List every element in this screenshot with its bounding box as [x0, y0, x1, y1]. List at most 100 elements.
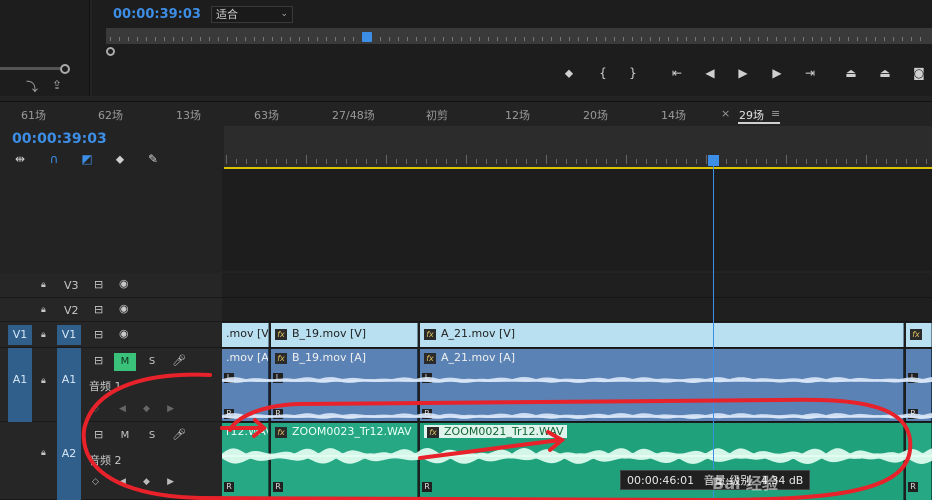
video-clip[interactable]: fx B_19.mov [V] [271, 323, 418, 347]
track-target-a2[interactable]: A2 [57, 422, 81, 500]
sync-lock-icon[interactable]: ⊟ [94, 354, 103, 367]
tab-12[interactable]: 12场 [505, 107, 530, 123]
video-clip[interactable]: fx A_21.mov [V] [420, 323, 904, 347]
mark-out-icon[interactable]: } [624, 66, 642, 80]
ruler-tick [722, 37, 723, 41]
lock-icon[interactable]: 🔒︎ [41, 305, 46, 315]
zoom-fit-select[interactable]: 适合 ⌄ [211, 6, 293, 23]
tab-62[interactable]: 62场 [98, 107, 123, 123]
lock-icon[interactable]: 🔒︎ [41, 330, 46, 340]
lane-v1[interactable]: .mov [V] fx B_19.mov [V] fx A_21.mov [V] f… [222, 322, 932, 348]
ruler-tick [524, 37, 525, 41]
sync-lock-icon[interactable]: ⊟ [94, 278, 103, 291]
ruler-tick [218, 37, 219, 41]
lock-icon[interactable]: 🔒︎ [41, 280, 46, 290]
step-back-icon[interactable]: ◀ [701, 66, 719, 80]
ruler-tick [578, 37, 579, 41]
add-marker-icon[interactable]: ⬥ [560, 66, 578, 81]
add-marker-icon[interactable]: ⬥ [112, 152, 128, 167]
ruler-tick [200, 37, 201, 41]
microphone-icon[interactable]: 🎤︎ [172, 354, 186, 367]
insert-icon[interactable]: ⤵ [26, 78, 38, 95]
source-patch-a1[interactable]: A1 [8, 348, 32, 422]
solo-button[interactable]: S [141, 353, 163, 371]
solo-button[interactable]: S [141, 427, 163, 445]
lock-icon[interactable]: 🔒︎ [41, 376, 46, 386]
ruler-tick [866, 37, 867, 41]
ruler-tick [893, 37, 894, 41]
program-time-ruler[interactable] [106, 28, 932, 44]
audio-waveform-a1 [222, 377, 932, 419]
close-tab-icon[interactable]: × [721, 107, 730, 120]
extract-icon[interactable]: ⏏ [876, 66, 894, 80]
track-header-a2: 🔒︎ A2 ⊟ M S 🎤︎ 音频 2 ◇ ◀ ◆ ▶ [0, 422, 222, 500]
clip-name: A_21.mov [V] [441, 327, 516, 340]
nest-icon[interactable]: ⇹ [12, 152, 28, 166]
video-clip[interactable]: fx [906, 323, 932, 347]
eye-icon[interactable]: ◉ [119, 302, 129, 315]
eye-icon[interactable]: ◉ [119, 277, 129, 290]
go-to-out-icon[interactable]: ⇥ [801, 66, 819, 80]
ruler-tick [614, 37, 615, 41]
lane-v3[interactable] [222, 273, 932, 298]
ruler-tick [839, 37, 840, 41]
source-scrub-handle[interactable] [60, 64, 70, 74]
timeline-timecode[interactable]: 00:00:39:03 [12, 131, 107, 147]
source-patch-v1[interactable]: V1 [8, 325, 32, 345]
zoom-fit-label: 适合 [216, 8, 238, 21]
lane-a2[interactable]: r12.WAV R fx ZOOM0023_Tr12.WAV R fx ZOOM00… [222, 422, 932, 500]
tab-27-48[interactable]: 27/48场 [332, 107, 375, 123]
go-to-in-icon[interactable]: ⇤ [668, 66, 686, 80]
track-name: V2 [64, 304, 79, 317]
tab-29[interactable]: 29场 [739, 107, 764, 123]
mute-button[interactable]: M [114, 427, 136, 445]
ruler-tick [785, 37, 786, 41]
ruler-tick [551, 37, 552, 41]
timeline-ruler[interactable] [224, 126, 932, 168]
mark-in-icon[interactable]: { [594, 66, 612, 80]
program-timecode[interactable]: 00:00:39:03 [113, 7, 201, 22]
tab-14[interactable]: 14场 [661, 107, 686, 123]
track-target-a1[interactable]: A1 [57, 348, 81, 422]
lift-icon[interactable]: ⏏ [842, 66, 860, 80]
program-playhead[interactable] [362, 32, 373, 42]
tab-20[interactable]: 20场 [583, 107, 608, 123]
track-target-v1[interactable]: V1 [57, 325, 81, 345]
settings-wrench-icon[interactable]: ✎ [145, 152, 161, 166]
export-frame-icon[interactable]: ⇪ [52, 78, 62, 92]
ruler-tick [376, 159, 377, 164]
tab-61[interactable]: 61场 [21, 107, 46, 123]
eye-icon[interactable]: ◉ [119, 327, 129, 340]
ruler-tick [398, 37, 399, 41]
microphone-icon[interactable]: 🎤︎ [172, 428, 186, 441]
ruler-tick [920, 37, 921, 41]
play-icon[interactable]: ▶ [734, 66, 752, 80]
tab-13[interactable]: 13场 [176, 107, 201, 123]
step-forward-icon[interactable]: ▶ [768, 66, 786, 80]
sync-lock-icon[interactable]: ⊟ [94, 428, 103, 441]
mute-button[interactable]: M [114, 353, 136, 371]
ruler-tick [587, 37, 588, 41]
video-clip[interactable]: .mov [V] [222, 323, 269, 347]
ruler-tick [586, 159, 587, 164]
program-zoom-handle[interactable] [106, 47, 115, 56]
tab-63[interactable]: 63场 [254, 107, 279, 123]
linked-selection-icon[interactable]: ◩ [79, 152, 95, 166]
lane-v2[interactable] [222, 298, 932, 322]
lock-icon[interactable]: 🔒︎ [41, 448, 46, 458]
ruler-tick [906, 159, 907, 164]
lane-a1[interactable]: .mov [A] L R fxB_19.mov [A] L R fxA_21.m… [222, 348, 932, 422]
ruler-tick [876, 159, 877, 164]
snap-magnet-icon[interactable]: ∩ [46, 152, 62, 166]
source-scrub-bar[interactable] [0, 67, 60, 70]
keyframe-navigator[interactable]: ◇ ◀ ◆ ▶ [92, 404, 174, 414]
export-frame-camera-icon[interactable]: ◙ [910, 66, 928, 80]
tab-menu-icon[interactable]: ≡ [771, 107, 780, 120]
sync-lock-icon[interactable]: ⊟ [94, 328, 103, 341]
tab-rough-cut[interactable]: 初剪 [426, 107, 448, 123]
ruler-tick [706, 155, 707, 164]
timeline-playhead-handle[interactable] [708, 155, 719, 166]
sync-lock-icon[interactable]: ⊟ [94, 303, 103, 316]
keyframe-navigator[interactable]: ◇ ◀ ◆ ▶ [92, 477, 174, 487]
fx-badge-icon: fx [910, 328, 922, 340]
